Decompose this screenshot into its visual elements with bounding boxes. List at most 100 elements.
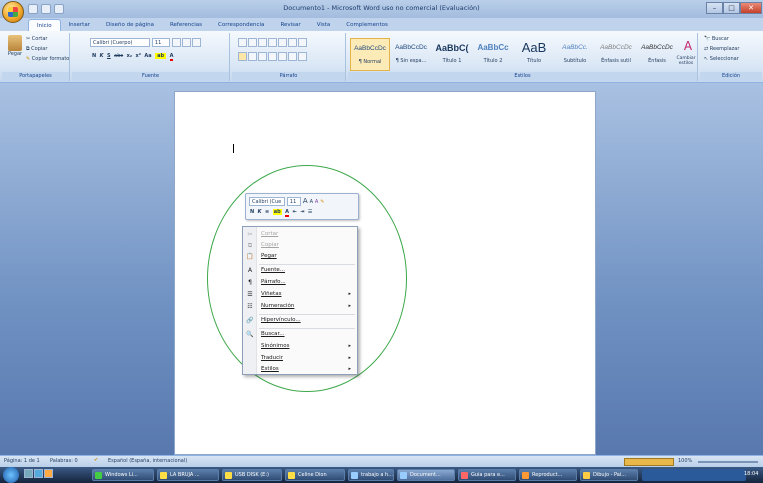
line-spacing-icon[interactable] [278,52,287,61]
word-count[interactable]: Palabras: 0 [50,458,78,464]
mini-grow-font-button[interactable]: A [303,197,308,205]
view-buttons[interactable] [624,458,674,466]
decrease-indent-icon[interactable] [268,38,277,47]
clear-format-icon[interactable] [191,38,201,47]
menu-item-cortar[interactable]: ✂ Cortar [243,229,357,240]
menu-item-pegar[interactable]: 📋 Pegar [243,251,357,262]
align-center-icon[interactable] [248,52,257,61]
highlight-icon[interactable]: ab [155,53,167,59]
show-marks-icon[interactable] [298,38,307,47]
office-button[interactable] [2,1,24,23]
subscript-button[interactable]: x₂ [127,53,132,59]
language-indicator[interactable]: Español (España, internacional) [108,458,187,464]
menu-item-fuente[interactable]: A Fuente... [243,265,357,276]
mini-font-combo[interactable]: Calibri (Cue [249,197,285,206]
taskbar-item[interactable]: trabajo a h... [348,469,394,481]
taskbar-item[interactable]: Reproduct... [519,469,577,481]
clock[interactable]: 18:04 [744,471,758,477]
italic-button[interactable]: K [100,53,104,59]
mini-format-painter-icon[interactable]: ✎ [320,199,324,205]
taskbar-item[interactable]: Windows Li... [92,469,154,481]
borders-icon[interactable] [298,52,307,61]
style-enfasis-sutil[interactable]: AaBbCcDc Énfasis sutil [596,38,636,71]
increase-indent-icon[interactable] [278,38,287,47]
media-icon[interactable] [44,469,53,478]
taskbar-item[interactable]: Guia para e... [458,469,516,481]
mini-size-combo[interactable]: 11 [286,197,301,206]
style-enfasis[interactable]: AaBbCcDc Énfasis [637,38,677,71]
align-left-icon[interactable] [238,52,247,61]
format-painter-button[interactable]: ✎ Copiar formato [26,56,69,62]
menu-item-parrafo[interactable]: ¶ Párrafo... [243,277,357,288]
multilevel-list-icon[interactable] [258,38,267,47]
style-sin-espaciado[interactable]: AaBbCcDc ¶ Sin espa... [391,38,431,71]
select-button[interactable]: ↖ Seleccionar [704,56,739,62]
proofing-icon[interactable]: ✔ [94,457,98,463]
change-styles-label[interactable]: Cambiar estilos [674,56,698,66]
taskbar-item[interactable]: Dibujo - Pai... [580,469,638,481]
strikethrough-button[interactable]: abc [114,53,123,59]
mini-shrink-font-button[interactable]: A [310,199,313,205]
change-case-button[interactable]: Aa [144,53,151,59]
find-button[interactable]: 🔭 Buscar [704,36,729,42]
sort-icon[interactable] [288,38,297,47]
mini-bullets-icon[interactable]: ☰ [308,209,312,215]
paste-button[interactable]: Pegar [6,35,24,65]
shading-icon[interactable] [288,52,297,61]
style-titulo-1[interactable]: AaBbC(Título 1 [432,38,472,71]
grow-font-icon[interactable] [171,38,181,47]
mini-center-icon[interactable]: ≡ [265,209,269,215]
mini-styles-icon[interactable]: A [315,199,318,205]
menu-item-hipervinculo[interactable]: 🔗 Hipervínculo... [243,315,357,326]
taskbar-item-active[interactable]: Document... [397,469,455,481]
tab-complementos[interactable]: Complementos [338,19,396,31]
change-styles-icon[interactable]: A [680,39,696,53]
menu-item-sinonimos[interactable]: Sinónimos ▸ [243,341,357,352]
cut-button[interactable]: ✂ Cortar [26,36,47,42]
numbering-icon[interactable] [248,38,257,47]
tab-insertar[interactable]: Insertar [61,19,98,31]
menu-item-traducir[interactable]: Traducir ▸ [243,353,357,364]
menu-item-copiar[interactable]: ⧉ Copiar [243,240,357,251]
font-color-icon[interactable]: A [169,53,174,61]
taskbar-item[interactable]: USB DISK (E:) [222,469,282,481]
taskbar-item[interactable]: Celine Dion [285,469,345,481]
taskbar-item[interactable]: LA BRUJA ... [157,469,219,481]
zoom-slider[interactable] [698,461,758,463]
bullets-icon[interactable] [238,38,247,47]
tab-inicio[interactable]: Inicio [28,19,61,31]
mini-font-color-icon[interactable]: A [285,209,290,217]
align-right-icon[interactable] [258,52,267,61]
tab-correspondencia[interactable]: Correspondencia [210,19,272,31]
copy-button[interactable]: ⧉ Copiar [26,46,47,52]
mini-decrease-indent-icon[interactable]: ⇤ [293,209,297,215]
start-button[interactable] [3,467,19,483]
underline-button[interactable]: S [107,53,111,59]
font-name-combo[interactable]: Calibri (Cuerpo) [90,38,150,47]
maximize-button[interactable]: □ [723,2,740,14]
tab-diseno-pagina[interactable]: Diseño de página [98,19,162,31]
justify-icon[interactable] [268,52,277,61]
zoom-level[interactable]: 100% [678,458,692,464]
style-normal[interactable]: AaBbCcDc ¶ Normal [350,38,390,71]
menu-item-estilos[interactable]: Estilos ▸ [243,364,357,375]
ie-icon[interactable] [34,469,43,478]
mini-bold-button[interactable]: N [250,209,254,215]
tab-vista[interactable]: Vista [309,19,339,31]
tab-referencias[interactable]: Referencias [162,19,210,31]
mini-increase-indent-icon[interactable]: ⇥ [300,209,304,215]
page-count[interactable]: Página: 1 de 1 [4,458,40,464]
mini-italic-button[interactable]: K [258,209,262,215]
bold-button[interactable]: N [92,53,96,59]
shrink-font-icon[interactable] [181,38,191,47]
replace-button[interactable]: ⇄ Reemplazar [704,46,739,52]
style-subtitulo[interactable]: AaBbCc. Subtítulo [555,38,595,71]
show-desktop-icon[interactable] [24,469,33,478]
superscript-button[interactable]: x² [136,53,141,59]
tab-revisar[interactable]: Revisar [272,19,308,31]
menu-item-numeracion[interactable]: ☷ Numeración ▸ [243,301,357,312]
menu-item-vinetas[interactable]: ☰ Viñetas ▸ [243,289,357,300]
close-button[interactable]: ✕ [740,2,762,14]
font-size-combo[interactable]: 11 [151,38,170,47]
minimize-button[interactable]: – [706,2,723,14]
